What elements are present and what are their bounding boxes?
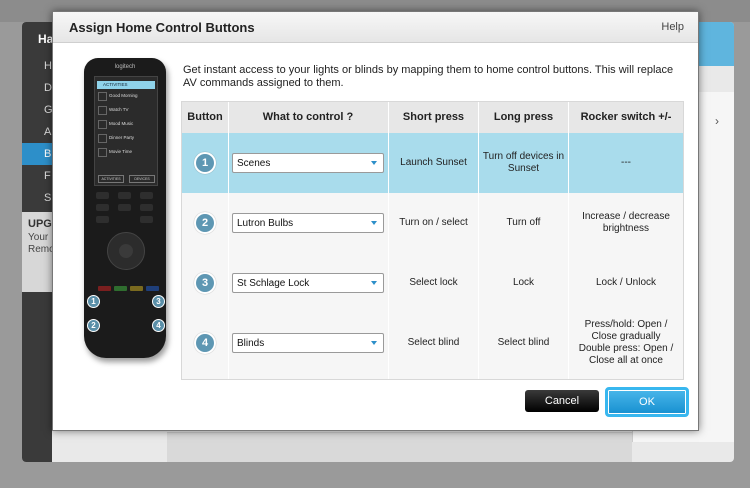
background-nav-item[interactable]: F	[44, 170, 51, 182]
activity-icon	[98, 92, 107, 101]
control-select[interactable]: St Schlage Lock	[232, 273, 384, 293]
long-press-cell: Turn off	[506, 217, 541, 228]
column-divider	[228, 102, 229, 379]
background-nav-item-active[interactable]: B	[22, 143, 52, 165]
remote-keypad	[94, 190, 156, 230]
upgrade-text: Your	[28, 232, 49, 243]
rocker-cell: Lock / Unlock	[595, 277, 657, 288]
remote-marker-1: 1	[87, 295, 100, 308]
remote-key	[140, 204, 153, 211]
chevron-down-icon	[371, 161, 377, 165]
remote-screen-button: DEVICES	[129, 175, 155, 183]
cancel-button[interactable]: Cancel	[525, 390, 599, 412]
rocker-cell: Increase / decrease brightness	[582, 211, 670, 234]
column-header: Rocker switch +/-	[580, 111, 672, 123]
button-number-badge: 1	[194, 152, 216, 174]
remote-yellow-key	[130, 286, 143, 291]
chevron-down-icon	[371, 221, 377, 225]
control-select-value: Lutron Bulbs	[237, 218, 294, 229]
chevron-right-icon[interactable]: ›	[715, 114, 719, 128]
movie-icon	[98, 148, 107, 157]
table-header-row: Button What to control ? Short press Lon…	[182, 102, 683, 133]
remote-ok-key	[119, 244, 133, 258]
music-icon	[98, 120, 107, 129]
button-number-badge: 4	[194, 332, 216, 354]
background-nav-item[interactable]: D	[44, 82, 52, 94]
control-select-value: Scenes	[237, 158, 271, 169]
column-divider	[478, 102, 479, 379]
short-press-cell: Select lock	[409, 277, 458, 288]
background-upgrade-panel: UPG Your Remo	[22, 212, 55, 292]
mapping-table: Button What to control ? Short press Lon…	[181, 101, 684, 380]
short-press-cell: Turn on / select	[399, 217, 468, 228]
control-select-value: Blinds	[237, 338, 265, 349]
table-row[interactable]: 3 St Schlage Lock Select lock Lock Lock …	[182, 253, 683, 313]
assign-home-control-dialog: Assign Home Control Buttons Help logitec…	[52, 11, 699, 431]
remote-key	[96, 204, 109, 211]
dialog-header: Assign Home Control Buttons Help	[53, 12, 698, 43]
rocker-cell: ---	[621, 157, 631, 168]
background-footer	[167, 432, 632, 462]
remote-screen-button: ACTIVITIES	[98, 175, 124, 183]
remote-key	[140, 216, 153, 223]
column-divider	[388, 102, 389, 379]
chevron-down-icon	[371, 341, 377, 345]
dialog-intro-text: Get instant access to your lights or bli…	[183, 64, 674, 89]
long-press-cell: Lock	[512, 277, 535, 288]
short-press-cell: Select blind	[407, 337, 460, 348]
remote-brand-logo: logitech	[114, 64, 136, 70]
remote-key	[96, 216, 109, 223]
remote-key	[118, 192, 131, 199]
help-link[interactable]: Help	[661, 21, 684, 33]
control-select-value: St Schlage Lock	[237, 278, 310, 289]
remote-marker-3: 3	[152, 295, 165, 308]
remote-key	[140, 192, 153, 199]
column-header: Long press	[493, 111, 554, 123]
button-number-badge: 2	[194, 212, 216, 234]
table-row[interactable]: 1 Scenes Launch Sunset Turn off devices …	[182, 133, 683, 193]
remote-marker-2: 2	[87, 319, 100, 332]
column-header: What to control ?	[262, 111, 354, 123]
table-row[interactable]: 4 Blinds Select blind Select blind Press…	[182, 313, 683, 373]
upgrade-title: UPG	[28, 218, 52, 230]
glass-icon	[98, 134, 107, 143]
dialog-title: Assign Home Control Buttons	[69, 20, 255, 35]
chevron-down-icon	[371, 281, 377, 285]
remote-dpad	[107, 232, 145, 270]
rocker-cell: Press/hold: Open / Close gradually Doubl…	[578, 319, 674, 366]
remote-screen: ACTIVITIES Good Morning Watch TV Mood Mu…	[94, 76, 158, 186]
column-header: Short press	[402, 111, 465, 123]
column-divider	[568, 102, 569, 379]
remote-key	[118, 204, 131, 211]
upgrade-text: Remo	[28, 244, 55, 255]
background-nav-item[interactable]: S	[44, 192, 51, 204]
background-nav-item[interactable]: H	[44, 60, 52, 72]
long-press-cell: Turn off devices in Sunset	[482, 151, 565, 174]
remote-illustration: logitech ACTIVITIES Good Morning Watch T…	[84, 58, 166, 358]
control-select[interactable]: Lutron Bulbs	[232, 213, 384, 233]
background-nav-item[interactable]: A	[44, 126, 51, 138]
remote-key	[96, 192, 109, 199]
short-press-cell: Launch Sunset	[400, 157, 467, 168]
column-header: Button	[187, 111, 223, 123]
remote-marker-4: 4	[152, 319, 165, 332]
long-press-cell: Select blind	[497, 337, 550, 348]
control-select[interactable]: Scenes	[232, 153, 384, 173]
background-accent-bar	[694, 22, 734, 66]
tv-icon	[98, 106, 107, 115]
control-select[interactable]: Blinds	[232, 333, 384, 353]
table-row[interactable]: 2 Lutron Bulbs Turn on / select Turn off…	[182, 193, 683, 253]
remote-blue-key	[146, 286, 159, 291]
remote-green-key	[114, 286, 127, 291]
button-number-badge: 3	[194, 272, 216, 294]
ok-button[interactable]: OK	[605, 387, 689, 417]
remote-red-key	[98, 286, 111, 291]
